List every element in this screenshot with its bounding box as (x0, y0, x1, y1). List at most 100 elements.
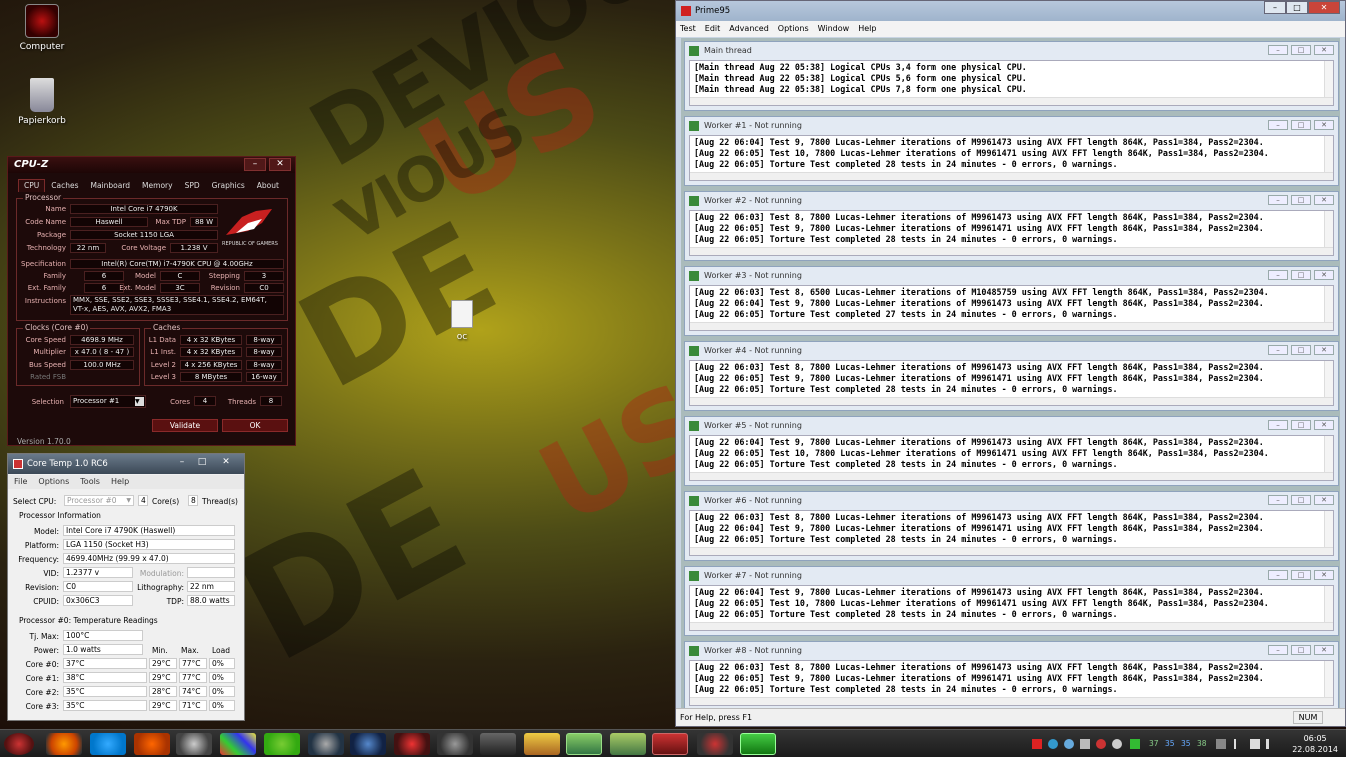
close-button[interactable]: ✕ (216, 456, 236, 469)
tray-temp[interactable]: 35 (1181, 739, 1191, 748)
tray-temp[interactable]: 35 (1165, 739, 1175, 748)
menu-advanced[interactable]: Advanced (729, 21, 769, 37)
cpuz-window[interactable]: CPU-Z – ✕ CPU Caches Mainboard Memory SP… (7, 156, 296, 446)
thread-window[interactable]: Worker #8 - Not running – □ ✕ [Aug 22 06:0… (684, 641, 1339, 708)
close-button[interactable]: ✕ (1314, 120, 1334, 130)
minimize-button[interactable]: – (1268, 195, 1288, 205)
thread-window[interactable]: Worker #6 - Not running – □ ✕ [Aug 22 06:0… (684, 491, 1339, 561)
maximize-button[interactable]: □ (1291, 420, 1311, 430)
menu-edit[interactable]: Edit (705, 21, 721, 37)
tab-spd[interactable]: SPD (179, 179, 206, 192)
steam-icon[interactable] (308, 733, 344, 755)
maximize-button[interactable]: □ (1291, 270, 1311, 280)
coretemp-titlebar[interactable]: Core Temp 1.0 RC6 – □ ✕ (8, 454, 244, 474)
prime95-window[interactable]: Prime95 – □ ✕ Test Edit Advanced Options… (675, 0, 1346, 727)
thread-log[interactable]: [Aug 22 06:03] Test 8, 7800 Lucas-Lehmer… (689, 360, 1334, 406)
minimize-button[interactable]: – (1268, 570, 1288, 580)
tray-app-icon[interactable] (1064, 739, 1074, 749)
skype-icon[interactable] (90, 733, 126, 755)
minimize-button[interactable]: – (1264, 1, 1286, 14)
tab-caches[interactable]: Caches (45, 179, 84, 192)
winamp-icon[interactable] (176, 733, 212, 755)
horizontal-scrollbar[interactable] (690, 97, 1333, 105)
tray-app-icon[interactable] (1096, 739, 1106, 749)
desktop-icon-computer[interactable]: Computer (7, 4, 77, 52)
minimize-button[interactable]: – (1268, 345, 1288, 355)
maximize-button[interactable]: □ (1291, 570, 1311, 580)
action-center-icon[interactable] (1216, 739, 1226, 749)
thread-log[interactable]: [Aug 22 06:03] Test 8, 7800 Lucas-Lehmer… (689, 510, 1334, 556)
tray-app-icon[interactable] (1080, 739, 1090, 749)
minimize-button[interactable]: – (1268, 645, 1288, 655)
network-icon[interactable] (1250, 739, 1260, 749)
thread-log[interactable]: [Aug 22 06:04] Test 9, 7800 Lucas-Lehmer… (689, 585, 1334, 631)
minimize-button[interactable]: – (1268, 420, 1288, 430)
tray-temp[interactable]: 38 (1197, 739, 1207, 748)
horizontal-scrollbar[interactable] (690, 622, 1333, 630)
menu-options[interactable]: Options (38, 475, 69, 489)
evga-app-icon[interactable] (480, 733, 516, 755)
close-button[interactable]: ✕ (1314, 570, 1334, 580)
thread-log[interactable]: [Aug 22 06:04] Test 9, 7800 Lucas-Lehmer… (689, 435, 1334, 481)
menu-help[interactable]: Help (858, 21, 876, 37)
unknown-app-icon[interactable] (134, 733, 170, 755)
thread-log[interactable]: [Aug 22 06:03] Test 8, 7800 Lucas-Lehmer… (689, 210, 1334, 256)
thread-window[interactable]: Worker #2 - Not running – □ ✕ [Aug 22 06:0… (684, 191, 1339, 261)
cpu-select[interactable]: Processor #0 ▼ (64, 495, 134, 506)
close-button[interactable]: ✕ (1314, 345, 1334, 355)
horizontal-scrollbar[interactable] (690, 397, 1333, 405)
horizontal-scrollbar[interactable] (690, 322, 1333, 330)
horizontal-scrollbar[interactable] (690, 472, 1333, 480)
close-button[interactable]: ✕ (1314, 420, 1334, 430)
maximize-button[interactable]: □ (192, 456, 212, 469)
thread-window[interactable]: Worker #4 - Not running – □ ✕ [Aug 22 06:0… (684, 341, 1339, 411)
speed-app-icon[interactable] (394, 733, 430, 755)
rog-app-icon[interactable] (697, 733, 733, 755)
tray-app-icon[interactable] (1032, 739, 1042, 749)
minimize-button[interactable]: – (1268, 120, 1288, 130)
minimize-button[interactable]: – (1268, 45, 1288, 55)
horizontal-scrollbar[interactable] (690, 547, 1333, 555)
minimize-button[interactable]: – (244, 158, 266, 171)
thread-log[interactable]: [Aug 22 06:04] Test 9, 7800 Lucas-Lehmer… (689, 135, 1334, 181)
desktop-icon-oc[interactable]: oc (427, 300, 497, 342)
cpuz-titlebar[interactable]: CPU-Z – ✕ (8, 157, 295, 173)
color-app-icon[interactable] (220, 733, 256, 755)
minimize-button[interactable]: – (1268, 270, 1288, 280)
tab-graphics[interactable]: Graphics (206, 179, 251, 192)
close-button[interactable]: ✕ (1314, 45, 1334, 55)
maximize-button[interactable]: □ (1291, 495, 1311, 505)
volume-icon[interactable] (1266, 739, 1276, 749)
coretemp-window[interactable]: Core Temp 1.0 RC6 – □ ✕ File Options Too… (7, 453, 245, 721)
menu-test[interactable]: Test (680, 21, 696, 37)
tray-temp[interactable]: 37 (1149, 739, 1159, 748)
horizontal-scrollbar[interactable] (690, 247, 1333, 255)
desktop-icon-recycle-bin[interactable]: Papierkorb (7, 78, 77, 126)
minimize-button[interactable]: – (172, 456, 192, 469)
notes-app-icon[interactable] (566, 733, 602, 755)
thread-window[interactable]: Worker #7 - Not running – □ ✕ [Aug 22 06:0… (684, 566, 1339, 636)
tool-app-icon[interactable] (350, 733, 386, 755)
close-button[interactable]: ✕ (1314, 270, 1334, 280)
maximize-button[interactable]: □ (1286, 1, 1308, 14)
close-button[interactable]: ✕ (1314, 645, 1334, 655)
close-button[interactable]: ✕ (269, 158, 291, 171)
start-orb-icon[interactable] (4, 733, 34, 755)
maximize-button[interactable]: □ (1291, 195, 1311, 205)
firefox-icon[interactable] (46, 733, 82, 755)
hwinfo-app-icon[interactable] (524, 733, 560, 755)
tray-app-icon[interactable] (1048, 739, 1058, 749)
prime95-titlebar[interactable]: Prime95 – □ ✕ (676, 1, 1345, 21)
horizontal-scrollbar[interactable] (690, 697, 1333, 705)
menu-file[interactable]: File (14, 475, 27, 489)
thread-log[interactable]: [Aug 22 06:03] Test 8, 6500 Lucas-Lehmer… (689, 285, 1334, 331)
maximize-button[interactable]: □ (1291, 645, 1311, 655)
tray-app-icon[interactable] (1130, 739, 1140, 749)
close-button[interactable]: ✕ (1314, 495, 1334, 505)
close-button[interactable]: ✕ (1314, 195, 1334, 205)
horizontal-scrollbar[interactable] (690, 172, 1333, 180)
tab-memory[interactable]: Memory (136, 179, 179, 192)
cpuz-app-icon[interactable] (652, 733, 688, 755)
processor-select[interactable]: Processor #1 ▼ (70, 395, 146, 408)
menu-window[interactable]: Window (818, 21, 850, 37)
